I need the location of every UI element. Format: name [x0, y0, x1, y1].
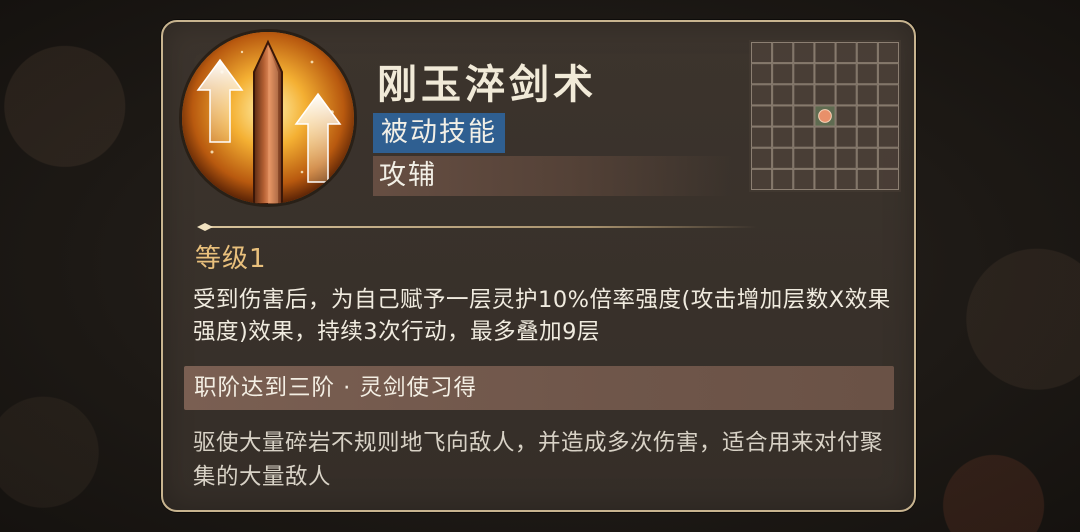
- range-grid-cell: [751, 147, 773, 169]
- range-grid-cell: [856, 168, 878, 191]
- range-grid-cell: [814, 63, 836, 85]
- range-grid-cell: [814, 126, 836, 148]
- range-grid-cell: [877, 168, 900, 191]
- range-target-marker: [818, 109, 832, 123]
- divider: [197, 217, 757, 231]
- range-grid-cell: [772, 126, 794, 148]
- range-grid-cell: [793, 126, 815, 148]
- range-grid-cell: [877, 126, 900, 148]
- range-grid-cell: [772, 42, 794, 64]
- range-grid-cell: [877, 42, 900, 64]
- skill-category-tag: 被动技能: [373, 113, 505, 153]
- range-grid-cell: [835, 147, 857, 169]
- range-grid-cell: [835, 126, 857, 148]
- range-grid-cell: [793, 42, 815, 64]
- range-grid-cell: [772, 105, 794, 127]
- range-grid-cell: [751, 126, 773, 148]
- skill-name: 刚玉淬剑术: [377, 62, 597, 108]
- range-grid-cell: [772, 84, 794, 106]
- range-grid-cell: [751, 105, 773, 127]
- range-grid-cell: [751, 168, 773, 191]
- upward-sword-buff-icon: [182, 32, 354, 204]
- range-grid-cell: [835, 168, 857, 191]
- range-grid-cell: [814, 147, 836, 169]
- range-grid-cell: [856, 126, 878, 148]
- skill-tooltip-card: 刚玉淬剑术 被动技能 攻辅 等级1 受到伤害后，为自己赋予一层灵护10%倍率强度…: [161, 20, 916, 512]
- range-grid-cell: [814, 168, 836, 191]
- skill-type-tag: 攻辅: [379, 160, 437, 191]
- range-grid-cell: [793, 147, 815, 169]
- range-grid-cell: [751, 84, 773, 106]
- range-grid-cell: [772, 147, 794, 169]
- skill-level: 等级1: [195, 244, 267, 274]
- range-grid-cell: [856, 63, 878, 85]
- range-grid-cell: [772, 168, 794, 191]
- range-grid-cell: [835, 105, 857, 127]
- range-grid-cell: [835, 84, 857, 106]
- skill-requirement: 职阶达到三阶 · 灵剑使习得: [194, 375, 477, 401]
- range-grid-cell: [814, 42, 836, 64]
- range-grid-cell: [877, 105, 900, 127]
- skill-flavor-text: 驱使大量碎岩不规则地飞向敌人，并造成多次伤害，适合用来对付聚集的大量敌人: [193, 430, 884, 490]
- range-grid-cell: [877, 63, 900, 85]
- range-grid-cell: [814, 84, 836, 106]
- range-grid-cell: [793, 63, 815, 85]
- range-grid-cell: [751, 42, 773, 64]
- range-grid-cell: [793, 168, 815, 191]
- range-grid-cell: [856, 105, 878, 127]
- range-grid-cell: [856, 42, 878, 64]
- range-grid-cell: [856, 84, 878, 106]
- range-grid-cell: [856, 147, 878, 169]
- range-grid-cell: [877, 84, 900, 106]
- range-grid-cell: [877, 147, 900, 169]
- range-grid-cell: [751, 63, 773, 85]
- range-grid-cell: [772, 63, 794, 85]
- range-grid: [749, 40, 901, 192]
- range-grid-cell: [835, 42, 857, 64]
- skill-description: 受到伤害后，为自己赋予一层灵护10%倍率强度(攻击增加层数X效果强度)效果，持续…: [193, 287, 891, 345]
- range-grid-cell: [793, 84, 815, 106]
- range-grid-cell: [835, 63, 857, 85]
- range-grid-cell: [793, 105, 815, 127]
